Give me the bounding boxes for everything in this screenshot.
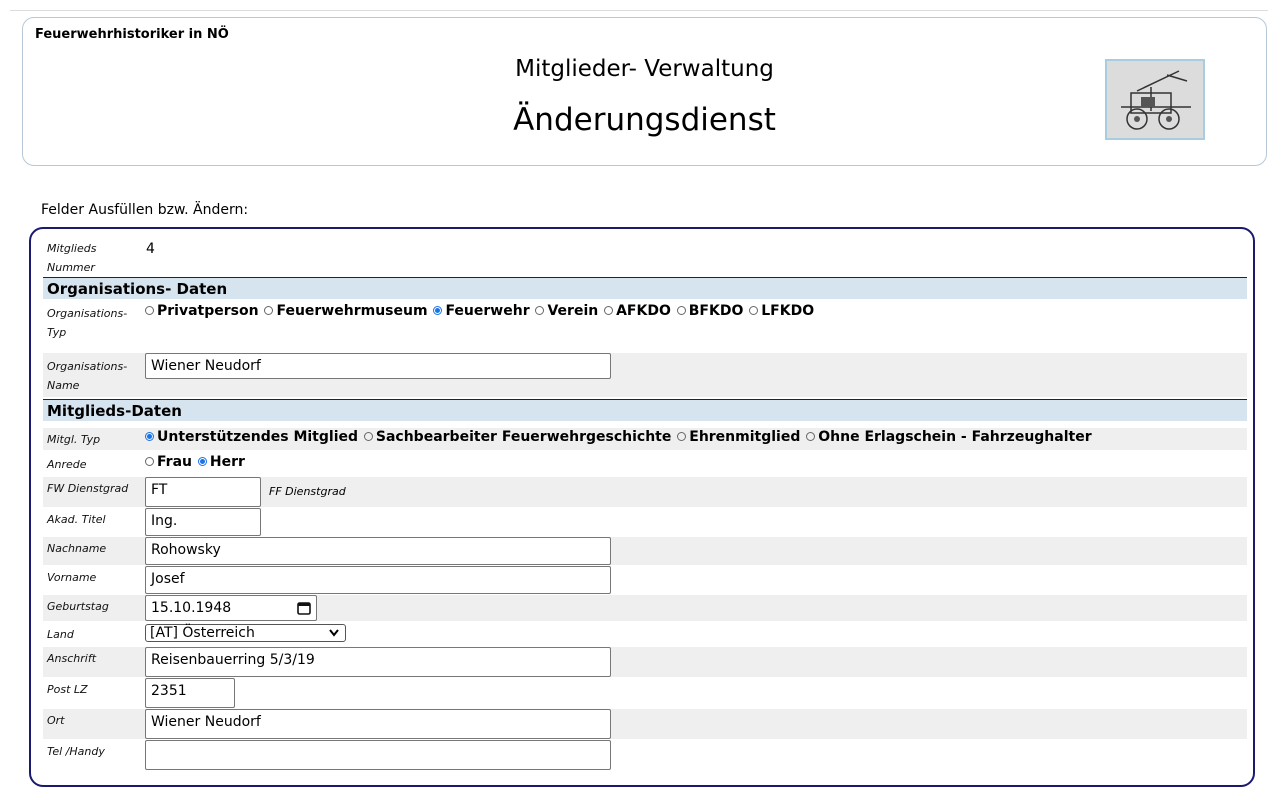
member-number-label: Mitglieds Nummer: [47, 242, 97, 274]
radio-icon: [145, 457, 154, 466]
acad-title-input[interactable]: Ing.: [145, 508, 261, 536]
top-divider: [10, 10, 1268, 11]
phone-row: Tel /Handy: [43, 740, 1247, 770]
org-type-label: Organisations- Typ: [47, 307, 128, 339]
chevron-down-icon: [329, 629, 339, 637]
radio-icon: [264, 306, 274, 315]
country-label: Land: [47, 628, 74, 641]
member-form: Mitglieds Nummer 4 Organisations- Daten …: [29, 227, 1255, 787]
birthday-label: Geburtstag: [47, 600, 109, 613]
address-input[interactable]: Reisenbauerring 5/3/19: [145, 647, 611, 677]
radio-icon: [806, 432, 816, 441]
member-type-label: Mitgl. Typ: [47, 433, 101, 446]
country-value: [AT] Österreich: [150, 625, 255, 641]
calendar-icon[interactable]: [297, 601, 311, 615]
zip-row: Post LZ 2351: [43, 678, 1247, 708]
org-type-option[interactable]: Feuerwehr: [432, 303, 530, 319]
fw-rank-label: FW Dienstgrad: [47, 482, 129, 495]
member-section-heading: Mitglieds-Daten: [43, 399, 1247, 421]
brand-label: Feuerwehrhistoriker in NÖ: [35, 27, 229, 42]
member-number-row: Mitglieds Nummer 4: [43, 235, 1247, 277]
salutation-option[interactable]: Herr: [197, 454, 245, 470]
salutation-option[interactable]: Frau: [144, 454, 192, 470]
radio-icon: [676, 306, 686, 315]
fire-engine-logo: [1105, 59, 1205, 140]
phone-label: Tel /Handy: [47, 745, 105, 758]
birthday-row: Geburtstag 15.10.1948: [43, 595, 1247, 621]
member-type-row: Mitgl. Typ Unterstützendes Mitglied Sach…: [43, 428, 1247, 450]
member-type-option[interactable]: Unterstützendes Mitglied: [144, 429, 358, 445]
org-type-radio-group: Privatperson Feuerwehrmuseum Feuerwehr V…: [144, 303, 814, 319]
form-intro: Felder Ausfüllen bzw. Ändern:: [41, 202, 249, 218]
page-subtitle: Änderungsdienst: [513, 102, 776, 138]
birthday-value: 15.10.1948: [151, 600, 232, 616]
member-number-value: 4: [146, 241, 155, 257]
member-type-radio-group: Unterstützendes Mitglied Sachbearbeiter …: [144, 429, 1092, 445]
zip-input[interactable]: 2351: [145, 678, 235, 708]
city-label: Ort: [47, 714, 65, 727]
salutation-radio-group: Frau Herr: [144, 454, 245, 470]
member-type-option[interactable]: Ehrenmitglied: [676, 429, 800, 445]
org-name-row: Organisations- Name Wiener Neudorf: [43, 353, 1247, 397]
org-type-option[interactable]: Feuerwehrmuseum: [263, 303, 428, 319]
first-name-label: Vorname: [47, 571, 97, 584]
first-name-input[interactable]: Josef: [145, 566, 611, 594]
birthday-input[interactable]: 15.10.1948: [145, 595, 317, 621]
org-type-option[interactable]: AFKDO: [603, 303, 671, 319]
org-type-option[interactable]: Privatperson: [144, 303, 259, 319]
city-row: Ort Wiener Neudorf: [43, 709, 1247, 739]
org-type-row: Organisations- Typ Privatperson Feuerweh…: [43, 300, 1247, 352]
address-row: Anschrift Reisenbauerring 5/3/19: [43, 647, 1247, 677]
last-name-input[interactable]: Rohowsky: [145, 537, 611, 565]
org-name-label: Organisations- Name: [47, 360, 128, 392]
address-label: Anschrift: [47, 652, 97, 665]
fw-rank-input[interactable]: FT: [145, 477, 261, 507]
radio-selected-icon: [197, 457, 207, 466]
radio-icon: [749, 306, 759, 315]
acad-title-label: Akad. Titel: [47, 513, 106, 526]
radio-selected-icon: [433, 306, 443, 315]
radio-icon: [145, 306, 154, 315]
page-title: Mitglieder- Verwaltung: [515, 56, 774, 82]
ff-rank-label: FF Dienstgrad: [269, 485, 346, 498]
radio-icon: [535, 306, 545, 315]
city-input[interactable]: Wiener Neudorf: [145, 709, 611, 739]
radio-icon: [604, 306, 614, 315]
acad-title-row: Akad. Titel Ing.: [43, 508, 1247, 536]
fw-rank-row: FW Dienstgrad FT FF Dienstgrad: [43, 477, 1247, 507]
org-type-option[interactable]: BFKDO: [676, 303, 743, 319]
country-row: Land [AT] Österreich: [43, 623, 1247, 645]
radio-icon: [363, 432, 373, 441]
org-section-heading: Organisations- Daten: [43, 277, 1247, 299]
radio-selected-icon: [145, 432, 154, 441]
last-name-label: Nachname: [47, 542, 107, 555]
org-name-input[interactable]: Wiener Neudorf: [145, 353, 611, 379]
salutation-label: Anrede: [47, 458, 87, 471]
first-name-row: Vorname Josef: [43, 566, 1247, 594]
country-select[interactable]: [AT] Österreich: [145, 624, 346, 642]
member-type-option[interactable]: Sachbearbeiter Feuerwehrgeschichte: [363, 429, 671, 445]
zip-label: Post LZ: [47, 683, 88, 696]
member-type-option[interactable]: Ohne Erlagschein - Fahrzeughalter: [805, 429, 1092, 445]
last-name-row: Nachname Rohowsky: [43, 537, 1247, 565]
org-type-option[interactable]: LFKDO: [748, 303, 814, 319]
org-type-option[interactable]: Verein: [534, 303, 598, 319]
radio-icon: [677, 432, 687, 441]
phone-input[interactable]: [145, 740, 611, 770]
page-header: Feuerwehrhistoriker in NÖ Mitglieder- Ve…: [22, 17, 1267, 166]
salutation-row: Anrede Frau Herr: [43, 453, 1247, 475]
